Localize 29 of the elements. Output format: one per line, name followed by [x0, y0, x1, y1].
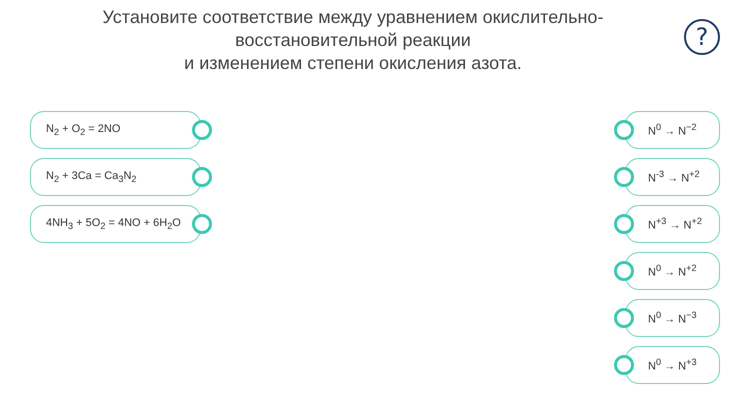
oxidation-change-card[interactable]: N$^{0}$ → N$^{+2}$ [625, 252, 720, 290]
oxidation-change-card[interactable]: N$^{+3}$ → N$^{+2}$ [625, 205, 720, 243]
connector-handle[interactable] [614, 167, 634, 187]
connector-handle[interactable] [614, 261, 634, 281]
equation-card[interactable]: N$_{2}$ + 3Ca = Ca$_{3}$N$_{2}$ [30, 158, 201, 196]
oxidation-change-text: N$^{0}$ → N$^{+3}$ [648, 357, 697, 373]
connector-handle[interactable] [192, 167, 212, 187]
equation-card[interactable]: 4NH$_{3}$ + 5O$_{2}$ = 4NO + 6H$_{2}$O [30, 205, 201, 243]
oxidation-change-text: N$^{-3}$ → N$^{+2}$ [648, 169, 700, 185]
connector-handle[interactable] [192, 120, 212, 140]
connector-handle[interactable] [192, 214, 212, 234]
oxidation-change-card[interactable]: N$^{0}$ → N$^{−3}$ [625, 299, 720, 337]
oxidation-change-text: N$^{+3}$ → N$^{+2}$ [648, 216, 702, 232]
oxidation-change-text: N$^{0}$ → N$^{−3}$ [648, 310, 697, 326]
oxidation-change-card[interactable]: N$^{0}$ → N$^{+3}$ [625, 346, 720, 384]
connector-handle[interactable] [614, 355, 634, 375]
equation-text: N$_{2}$ + 3Ca = Ca$_{3}$N$_{2}$ [46, 170, 137, 184]
connector-handle[interactable] [614, 120, 634, 140]
equation-card[interactable]: N$_{2}$ + O$_{2}$ = 2NO [30, 111, 201, 149]
question-text: Установите соответствие между уравнением окислительно- восстановительной реакции и изменением степени окисления азота. [102, 6, 604, 75]
oxidation-change-card[interactable]: N$^{-3}$ → N$^{+2}$ [625, 158, 720, 196]
help-button[interactable]: ? [684, 19, 720, 55]
connector-handle[interactable] [614, 308, 634, 328]
equation-text: N$_{2}$ + O$_{2}$ = 2NO [46, 122, 120, 138]
oxidation-change-text: N$^{0}$ → N$^{+2}$ [648, 263, 697, 279]
oxidation-change-text: N$^{0}$ → N$^{−2}$ [648, 122, 697, 138]
oxidation-change-card[interactable]: N$^{0}$ → N$^{−2}$ [625, 111, 720, 149]
connector-handle[interactable] [614, 214, 634, 234]
equation-text: 4NH$_{3}$ + 5O$_{2}$ = 4NO + 6H$_{2}$O [46, 216, 181, 232]
